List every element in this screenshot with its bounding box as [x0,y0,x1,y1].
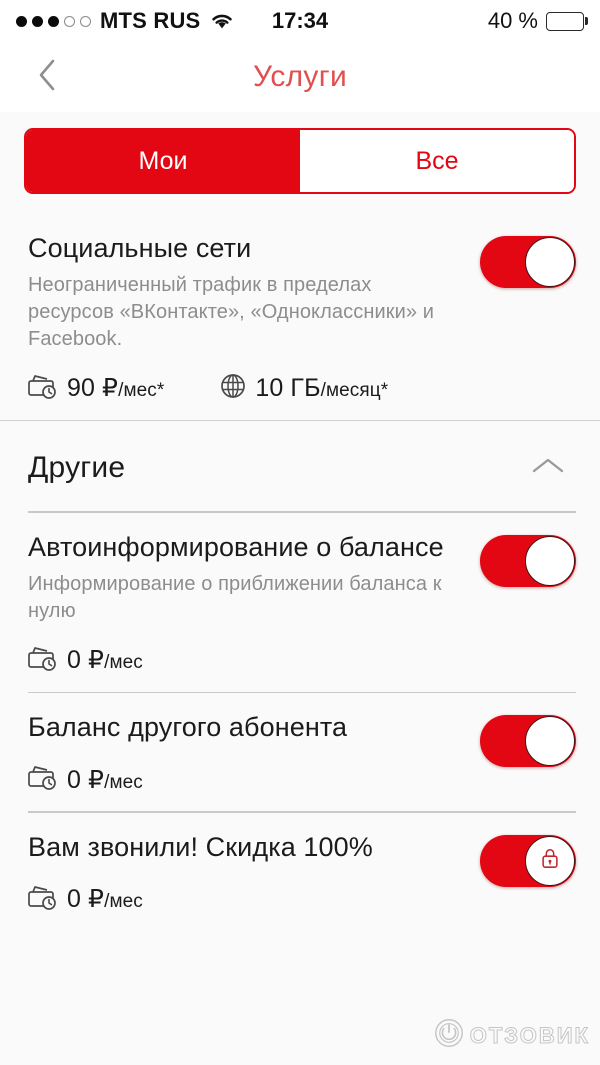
wallet-clock-icon [28,764,58,795]
tab-all-services[interactable]: Все [300,130,574,192]
service-title: Социальные сети [28,233,252,263]
other-section-title: Другие [28,451,126,485]
service-price: 0 ₽/мес [28,645,143,676]
service-price-text: 0 ₽/мес [67,885,143,914]
service-row-other-subscriber-balance[interactable]: Баланс другого абонента 0 ₽/мес [0,693,600,811]
watermark: ОТЗОВИК [434,1018,590,1053]
chevron-left-icon [35,58,59,97]
signal-dot-filled [48,15,59,27]
signal-dot-filled [16,15,27,27]
globe-icon [220,373,246,404]
service-meta-list: 0 ₽/мес [28,645,456,676]
service-data-volume: 10 ГБ/месяц* [220,373,388,404]
status-bar: MTS RUS 17:34 40 % [0,0,600,42]
service-toggle-social-networks[interactable] [480,236,576,288]
wallet-clock-icon [28,884,58,915]
battery-nub [584,17,588,25]
app-screen: MTS RUS 17:34 40 % Услуги Мои Все Социал… [0,0,600,1065]
page-title: Услуги [252,60,348,93]
service-meta-list: 90 ₽/мес* 10 ГБ/месяц* [28,373,456,404]
service-price-text: 0 ₽/мес [67,646,143,675]
other-section-header[interactable]: Другие [0,421,600,512]
service-description: Информирование о приближении баланса к н… [28,572,442,622]
service-title: Вам звонили! Скидка 100% [28,831,373,862]
service-price: 0 ₽/мес [28,884,143,915]
carrier-label: MTS RUS [100,8,201,33]
wifi-icon [209,11,235,31]
navigation-bar: Услуги [0,42,600,112]
battery-icon [546,11,588,31]
battery-percent-label: 40 % [487,8,538,33]
toggle-knob [525,535,575,586]
service-meta-list: 0 ₽/мес [28,764,456,795]
service-meta-list: 0 ₽/мес [28,884,456,915]
segmented-control: Мои Все [24,128,576,194]
service-price-text: 90 ₽/мес* [67,374,165,403]
chevron-up-icon[interactable] [526,444,570,488]
signal-dot-empty [64,15,75,27]
other-services-section: Автоинформирование о балансе Информирова… [0,512,600,931]
service-toggle-other-subscriber-balance[interactable] [480,715,576,768]
service-price-text: 0 ₽/мес [67,765,143,794]
otzovik-logo-icon [434,1018,464,1053]
service-toggle-you-were-called[interactable] [480,834,576,887]
watermark-text: ОТЗОВИК [469,1022,590,1048]
toggle-knob [525,237,575,287]
service-description: Неограниченный трафик в пределах ресурсо… [28,273,435,350]
service-toggle-auto-balance-notify[interactable] [480,534,576,587]
service-data-text: 10 ГБ/месяц* [255,373,389,402]
toggle-knob [525,716,575,767]
status-bar-left: MTS RUS [16,8,235,34]
signal-dot-empty [80,15,91,27]
clock-label: 17:34 [271,8,329,33]
service-title: Баланс другого абонента [28,712,348,743]
my-services-section: Социальные сети Неограниченный трафик в … [0,214,600,420]
service-row-social-networks[interactable]: Социальные сети Неограниченный трафик в … [0,214,600,420]
toggle-knob-locked [525,835,575,886]
signal-dot-filled [32,15,43,27]
lock-icon [539,846,561,875]
service-row-you-were-called[interactable]: Вам звонили! Скидка 100% 0 ₽/мес [0,813,600,931]
status-bar-right: 40 % [487,8,588,34]
service-price: 0 ₽/мес [28,764,143,795]
wallet-clock-icon [28,373,58,404]
back-button[interactable] [24,54,70,100]
segmented-control-wrapper: Мои Все [0,112,600,214]
wallet-clock-icon [28,645,58,676]
service-price: 90 ₽/мес* [28,373,164,404]
signal-strength-dots [16,15,91,27]
tab-my-services[interactable]: Мои [26,130,300,192]
service-row-auto-balance-notify[interactable]: Автоинформирование о балансе Информирова… [0,513,600,692]
service-title: Автоинформирование о балансе [28,531,444,562]
